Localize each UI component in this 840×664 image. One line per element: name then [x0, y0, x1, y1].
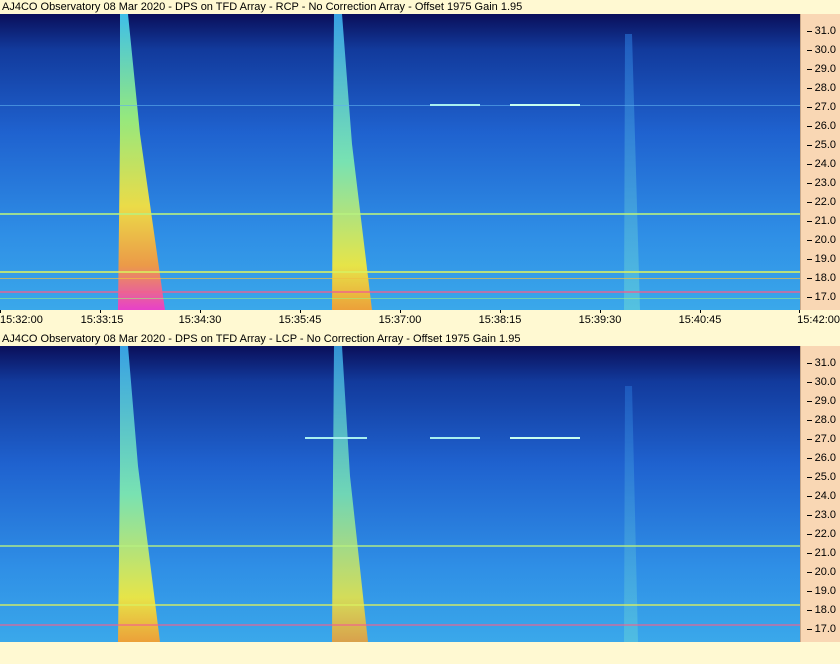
rfi-segment	[510, 104, 580, 106]
y-tick: 27.0	[806, 433, 836, 445]
panel-title-rcp: AJ4CO Observatory 08 Mar 2020 - DPS on T…	[0, 0, 523, 14]
y-tick: 30.0	[806, 376, 836, 388]
y-tick: 20.0	[806, 234, 836, 246]
y-tick: 27.0	[806, 101, 836, 113]
y-tick: 17.0	[806, 291, 836, 303]
spectrogram-lcp	[0, 346, 800, 642]
y-tick: 25.0	[806, 471, 836, 483]
y-tick: 17.0	[806, 623, 836, 635]
y-tick: 23.0	[806, 509, 836, 521]
y-tick: 22.0	[806, 196, 836, 208]
x-tick: 15:37:00	[378, 314, 422, 326]
spectrogram-rcp-svg	[0, 14, 800, 310]
x-tick: 15:32:00	[0, 314, 43, 326]
spectrogram-rcp	[0, 14, 800, 310]
x-axis-time: 15:32:00 15:33:15 15:34:30 15:35:45 15:3…	[0, 310, 840, 330]
y-tick: 30.0	[806, 44, 836, 56]
y-tick: 18.0	[806, 272, 836, 284]
y-tick: 26.0	[806, 120, 836, 132]
rfi-line	[0, 298, 800, 299]
rfi-line-18	[0, 604, 800, 606]
y-tick: 31.0	[806, 25, 836, 37]
y-axis-lcp: 31.0 30.0 29.0 28.0 27.0 26.0 25.0 24.0 …	[800, 346, 840, 642]
y-tick: 19.0	[806, 585, 836, 597]
rfi-line-18	[0, 271, 800, 273]
spectrogram-lcp-svg	[0, 346, 800, 642]
y-tick: 31.0	[806, 357, 836, 369]
y-tick: 21.0	[806, 547, 836, 559]
rfi-line-21	[0, 213, 800, 215]
x-tick: 15:33:15	[80, 314, 124, 326]
y-tick: 21.0	[806, 215, 836, 227]
x-tick: 15:35:45	[278, 314, 322, 326]
y-axis-rcp: 31.0 30.0 29.0 28.0 27.0 26.0 25.0 24.0 …	[800, 14, 840, 310]
y-tick: 19.0	[806, 253, 836, 265]
y-tick: 18.0	[806, 604, 836, 616]
rfi-line-17	[0, 291, 800, 293]
panel-title-lcp: AJ4CO Observatory 08 Mar 2020 - DPS on T…	[0, 332, 521, 346]
y-tick: 24.0	[806, 490, 836, 502]
y-tick: 23.0	[806, 177, 836, 189]
rfi-segment	[430, 104, 480, 106]
y-tick: 28.0	[806, 414, 836, 426]
y-tick: 25.0	[806, 139, 836, 151]
y-tick: 28.0	[806, 82, 836, 94]
y-tick: 22.0	[806, 528, 836, 540]
rfi-segment	[305, 437, 367, 439]
bottom-strip	[0, 642, 840, 664]
rfi-segment	[430, 437, 480, 439]
x-tick: 15:38:15	[478, 314, 522, 326]
x-tick: 15:39:30	[578, 314, 622, 326]
y-tick: 26.0	[806, 452, 836, 464]
rfi-line-27	[0, 105, 800, 106]
rfi-line	[0, 278, 800, 279]
y-tick: 29.0	[806, 395, 836, 407]
x-tick: 15:40:45	[678, 314, 722, 326]
rfi-segment	[510, 437, 580, 439]
y-tick: 24.0	[806, 158, 836, 170]
x-tick: 15:42:00	[797, 314, 840, 326]
y-tick: 20.0	[806, 566, 836, 578]
y-tick: 29.0	[806, 63, 836, 75]
rfi-line-17	[0, 624, 800, 626]
rfi-line-21	[0, 545, 800, 547]
x-tick: 15:34:30	[178, 314, 222, 326]
